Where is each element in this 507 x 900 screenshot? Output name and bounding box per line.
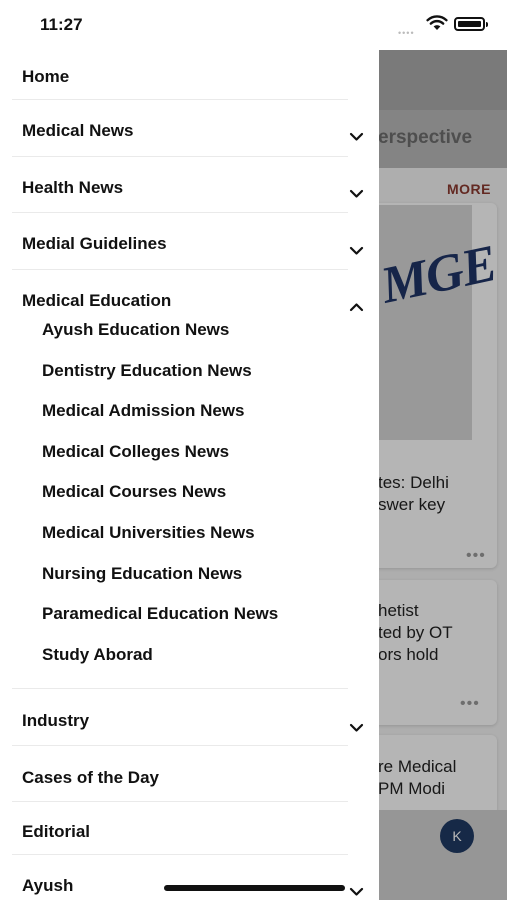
menu-item-label: Cases of the Day — [22, 768, 159, 787]
chevron-down-icon[interactable] — [349, 887, 364, 897]
chevron-down-icon[interactable] — [349, 723, 364, 733]
submenu-item[interactable]: Medical Colleges News — [42, 442, 229, 462]
status-bar: 11:27 •••• — [0, 0, 507, 50]
submenu-item[interactable]: Dentistry Education News — [42, 361, 252, 381]
home-indicator — [164, 885, 345, 891]
menu-item-health-news[interactable]: Health News — [12, 157, 348, 213]
menu-item-medical-news[interactable]: Medical News — [12, 100, 348, 157]
submenu-item[interactable]: Paramedical Education News — [42, 604, 278, 624]
menu-item-label: Industry — [22, 711, 90, 730]
menu-item-editorial[interactable]: Editorial — [12, 802, 348, 855]
submenu-item[interactable]: Study Aborad — [42, 645, 153, 665]
battery-icon — [454, 17, 488, 31]
status-time: 11:27 — [40, 15, 83, 34]
menu-item-label: Health News — [22, 178, 124, 197]
chevron-down-icon[interactable] — [349, 246, 364, 256]
navigation-drawer: Home Medical News Health News Medial Gui… — [0, 50, 379, 900]
submenu-item[interactable]: Nursing Education News — [42, 564, 242, 584]
menu-item-label: Ayush — [22, 876, 74, 895]
submenu-item[interactable]: Medical Admission News — [42, 401, 244, 421]
menu-item-medial-guidelines[interactable]: Medial Guidelines — [12, 213, 348, 270]
menu-item-cases-of-the-day[interactable]: Cases of the Day — [12, 746, 348, 802]
submenu-item[interactable]: Medical Universities News — [42, 523, 255, 543]
menu-item-label: Medial Guidelines — [22, 234, 167, 253]
cellular-signal-icon: •••• — [398, 28, 415, 38]
chevron-down-icon[interactable] — [349, 189, 364, 199]
menu-item-industry[interactable]: Industry — [12, 689, 348, 746]
menu-item-ayush[interactable]: Ayush — [12, 855, 348, 900]
menu-item-label: Medical News — [22, 121, 134, 140]
menu-item-home[interactable]: Home — [12, 50, 348, 100]
wifi-icon — [426, 15, 448, 30]
menu-item-label: Medical Education — [22, 291, 172, 310]
menu-item-label: Home — [22, 67, 70, 86]
menu-item-label: Editorial — [22, 822, 91, 841]
chevron-up-icon[interactable] — [349, 302, 364, 312]
chevron-down-icon[interactable] — [349, 132, 364, 142]
submenu-item[interactable]: Ayush Education News — [42, 320, 229, 340]
submenu-item[interactable]: Medical Courses News — [42, 482, 226, 502]
